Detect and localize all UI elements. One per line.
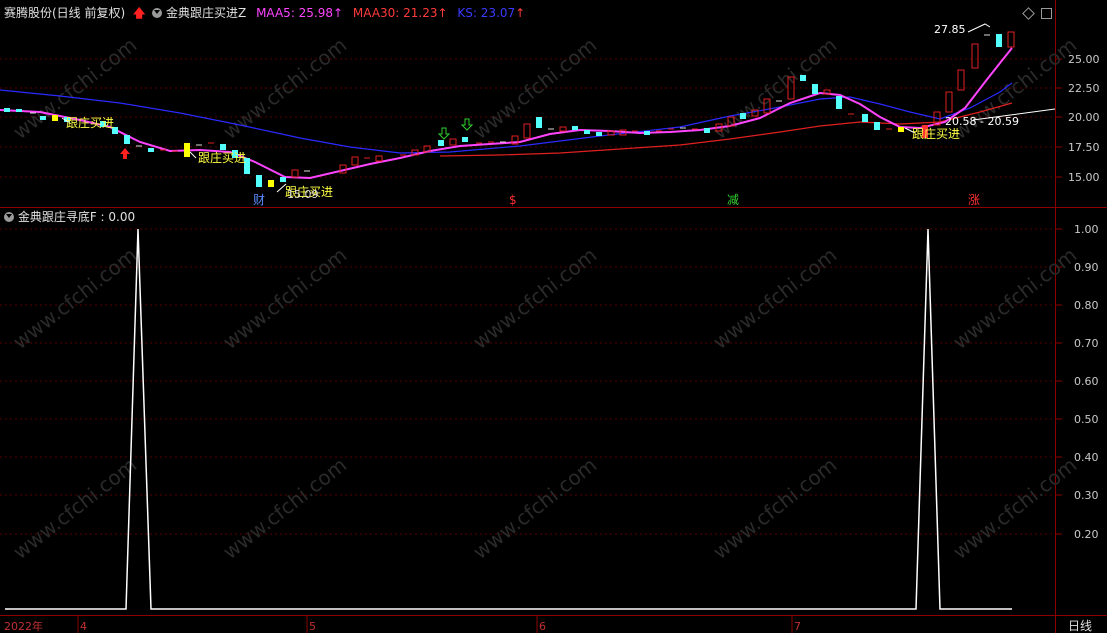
month-label: 7	[794, 620, 801, 633]
candle	[584, 130, 590, 134]
price-axis-label: 25.00	[1068, 53, 1100, 66]
candle	[836, 96, 842, 109]
candle	[898, 127, 904, 132]
candle	[148, 148, 154, 152]
watermark-text: www.cfchi.com	[218, 453, 351, 564]
candle	[4, 108, 10, 112]
buy-signal-label: 跟庄买进	[66, 115, 114, 130]
time-axis-ticks	[77, 615, 793, 633]
candle	[268, 180, 274, 187]
price-range-label: 20.58 - 20.59	[945, 115, 1019, 128]
event-tag-jian: 减	[727, 193, 739, 207]
month-label: 6	[539, 620, 546, 633]
indicator-axis-label: 0.70	[1074, 337, 1099, 350]
event-tag-dollar: $	[509, 193, 517, 207]
high-price-label: 27.85	[934, 23, 966, 36]
candle	[572, 126, 578, 130]
candle	[449, 138, 457, 146]
indicator-axis-label: 0.50	[1074, 413, 1099, 426]
lower-gridlines	[0, 228, 1055, 535]
indicator-axis-label: 0.80	[1074, 299, 1099, 312]
indicator-axis-labels: 1.00 0.90 0.80 0.70 0.60 0.50 0.40 0.30 …	[1074, 223, 1099, 541]
month-label: 5	[309, 620, 316, 633]
watermark-text: www.cfchi.com	[708, 453, 841, 564]
high-pointer	[967, 23, 991, 33]
indicator-axis-label: 1.00	[1074, 223, 1099, 236]
candle	[957, 69, 965, 91]
indicator-axis-label: 0.20	[1074, 528, 1099, 541]
candle	[862, 114, 868, 122]
candle	[124, 135, 130, 144]
candle	[800, 75, 806, 81]
price-axis-label: 15.00	[1068, 171, 1100, 184]
watermark-text: www.cfchi.com	[8, 243, 141, 354]
green-down-arrow-icon	[437, 127, 451, 140]
watermark-text: www.cfchi.com	[948, 243, 1081, 354]
candle	[996, 34, 1002, 47]
event-tag-cai: 财	[253, 193, 265, 207]
candle	[40, 116, 46, 120]
candle	[256, 175, 262, 187]
candle	[291, 169, 299, 178]
candle	[523, 123, 531, 139]
time-axis-labels: 2022年 4 5 6 7	[4, 619, 801, 633]
watermark-text: www.cfchi.com	[468, 243, 601, 354]
price-axis-label: 17.50	[1068, 141, 1100, 154]
candle	[740, 113, 746, 119]
event-tag-zhang: 涨	[968, 192, 980, 207]
buy-signal-label: 跟庄买进	[912, 126, 960, 141]
month-label: 4	[80, 620, 87, 633]
indicator-axis-label: 0.90	[1074, 261, 1099, 274]
candle	[971, 43, 979, 69]
price-axis-label: 22.50	[1068, 82, 1100, 95]
candle	[184, 143, 190, 157]
candle	[812, 84, 818, 94]
watermark-text: www.cfchi.com	[8, 453, 141, 564]
period-label: 日线	[1068, 619, 1092, 633]
candle	[351, 156, 359, 166]
candle	[596, 132, 602, 136]
candle	[536, 117, 542, 128]
candle	[945, 91, 953, 113]
candle	[52, 115, 58, 121]
candle	[874, 122, 880, 130]
candle	[438, 140, 444, 146]
upper-gridlines	[0, 58, 1055, 178]
candle	[644, 131, 650, 135]
candle	[704, 128, 710, 133]
candle	[220, 144, 226, 150]
signal-pointer	[189, 151, 197, 159]
chart-canvas[interactable]: www.cfchi.com www.cfchi.com www.cfchi.co…	[0, 0, 1107, 633]
candle	[375, 155, 383, 162]
red-up-arrow-icon	[120, 148, 130, 159]
buy-signal-label: 跟庄买进	[198, 150, 246, 165]
price-axis-label: 20.00	[1068, 111, 1100, 124]
candle	[16, 109, 22, 112]
watermark-text: www.cfchi.com	[948, 453, 1081, 564]
indicator-axis-label: 0.30	[1074, 489, 1099, 502]
year-label: 2022年	[4, 619, 43, 633]
candle	[559, 126, 567, 132]
candle	[1007, 31, 1015, 48]
low-price-label: 15.09	[287, 188, 319, 201]
candle	[462, 137, 468, 142]
candle	[280, 177, 286, 182]
watermark-text: www.cfchi.com	[468, 453, 601, 564]
indicator-axis-label: 0.40	[1074, 451, 1099, 464]
indicator-axis-label: 0.60	[1074, 375, 1099, 388]
watermark-text: www.cfchi.com	[218, 243, 351, 354]
watermark-text: www.cfchi.com	[708, 243, 841, 354]
price-axis-labels: 25.00 22.50 20.00 17.50 15.00	[1068, 53, 1100, 184]
